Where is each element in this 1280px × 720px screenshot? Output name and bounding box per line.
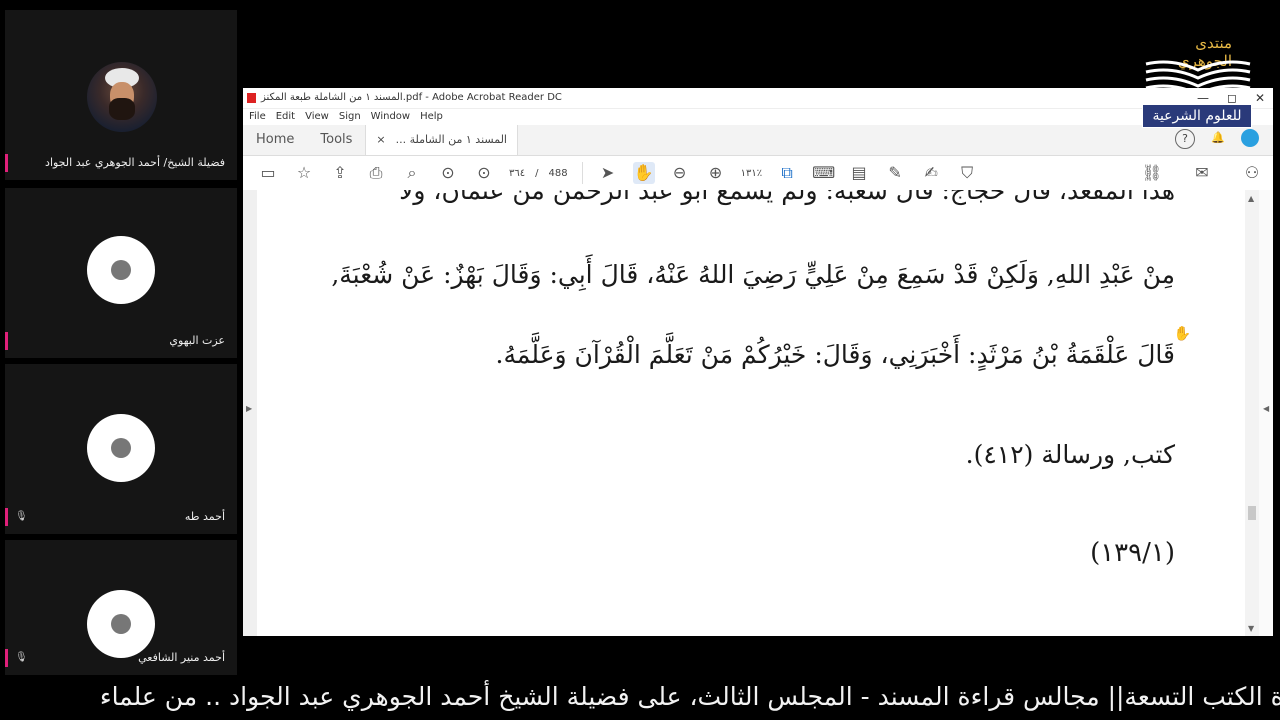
select-arrow-icon[interactable]: ➤ [597, 162, 619, 184]
tab-tools[interactable]: Tools [307, 125, 365, 155]
participant-name: أحمد منير الشافعي [138, 651, 225, 664]
share-link-icon[interactable]: ⛓ [1141, 162, 1163, 184]
avatar-placeholder-icon [87, 236, 155, 304]
tab-document-label: المسند ١ من الشاملة ... [395, 133, 507, 146]
highlight-pen-icon[interactable]: ✎ [884, 162, 906, 184]
window-title: المسند ١ من الشاملة طبعة المكنز.pdf - Ad… [261, 92, 562, 103]
menu-file[interactable]: File [249, 109, 266, 125]
menu-edit[interactable]: Edit [276, 109, 295, 125]
participants-panel: فضيلة الشيخ/ أحمد الجوهري عبد الجواد عزت… [5, 10, 237, 675]
save-icon[interactable]: ▭ [257, 162, 279, 184]
logo-subtitle: للعلوم الشرعية [1142, 104, 1252, 128]
pdf-text-line: كتب, ورسالة (٤١٢). [965, 440, 1175, 469]
hand-cursor-icon: ✋ [1173, 326, 1191, 342]
next-page-icon[interactable]: ⊙ [473, 162, 495, 184]
tab-document[interactable]: المسند ١ من الشاملة ... × [365, 125, 518, 155]
vertical-scrollbar[interactable]: ▲ ▼ [1245, 190, 1259, 636]
menu-help[interactable]: Help [420, 109, 443, 125]
print-icon[interactable]: ⎙ [365, 162, 387, 184]
menu-view[interactable]: View [305, 109, 329, 125]
participant-tile[interactable]: 🎙 أحمد طه [5, 364, 237, 534]
zoom-out-icon[interactable]: ⊖ [669, 162, 691, 184]
keyboard-icon[interactable]: ⌨ [812, 162, 835, 184]
notification-bell-icon[interactable]: 🔔 [1209, 129, 1227, 147]
page-separator: / [535, 167, 539, 179]
participant-tile[interactable]: عزت البهوي [5, 188, 237, 358]
participant-tile[interactable]: 🎙 أحمد منير الشافعي [5, 540, 237, 675]
avatar-placeholder-icon [87, 414, 155, 482]
pdf-text-line: هذا المقعد، قال حجاج: قال شعبة: ولم يسمع… [399, 190, 1175, 205]
help-icon[interactable]: ? [1175, 129, 1195, 149]
participant-name: عزت البهوي [169, 334, 225, 347]
avatar-placeholder-icon [87, 590, 155, 658]
participant-name: أحمد طه [184, 510, 225, 523]
tab-bar: Home Tools المسند ١ من الشاملة ... × ? 🔔 [243, 125, 1273, 156]
zoom-select[interactable]: ١٣١٪ [741, 168, 763, 179]
ticker-text: ـوة الكتب التسعة|| مجالس قراءة المسند - … [99, 682, 1280, 711]
add-user-icon[interactable]: ⚇ [1241, 162, 1263, 184]
open-book-icon [1145, 60, 1251, 94]
stamp-icon[interactable]: ⛉ [956, 162, 978, 184]
menu-sign[interactable]: Sign [339, 109, 361, 125]
forum-logo: منتدى الجوهري للعلوم الشرعية [1140, 34, 1254, 130]
menubar: File Edit View Sign Window Help [243, 109, 1273, 125]
acrobat-window: المسند ١ من الشاملة طبعة المكنز.pdf - Ad… [243, 88, 1273, 636]
scrollbar-thumb[interactable] [1248, 506, 1256, 520]
window-titlebar: المسند ١ من الشاملة طبعة المكنز.pdf - Ad… [243, 88, 1273, 109]
account-icon[interactable] [1241, 129, 1259, 147]
fit-page-icon[interactable]: ⧉ [776, 162, 798, 184]
close-window-button[interactable]: ✕ [1255, 88, 1265, 108]
search-icon[interactable]: ⌕ [401, 162, 423, 184]
zoom-in-icon[interactable]: ⊕ [705, 162, 727, 184]
sign-icon[interactable]: ✍ [920, 162, 942, 184]
prev-page-icon[interactable]: ⊙ [437, 162, 459, 184]
page-navigator[interactable]: ٣٦٤ / 488 [509, 168, 568, 179]
participant-photo [87, 62, 157, 132]
left-panel-toggle[interactable]: ▶ [243, 190, 257, 636]
participant-name: فضيلة الشيخ/ أحمد الجوهري عبد الجواد [45, 156, 225, 169]
pdf-page: هذا المقعد، قال حجاج: قال شعبة: ولم يسمع… [257, 190, 1245, 636]
pdf-text-line: مِنْ عَبْدِ اللهِ, وَلَكِنْ قَدْ سَمِعَ … [331, 260, 1175, 289]
pdf-file-icon [247, 93, 256, 103]
page-current-input[interactable]: ٣٦٤ [509, 168, 525, 179]
comment-icon[interactable]: ▤ [848, 162, 870, 184]
email-icon[interactable]: ✉ [1191, 162, 1213, 184]
tab-close-icon[interactable]: × [376, 125, 385, 155]
participant-tile[interactable]: فضيلة الشيخ/ أحمد الجوهري عبد الجواد [5, 10, 237, 180]
page-total: 488 [548, 167, 568, 179]
bookmark-star-icon[interactable]: ☆ [293, 162, 315, 184]
right-panel-toggle[interactable]: ◀ [1259, 190, 1273, 636]
pdf-text-line: قَالَ عَلْقَمَةُ بْنُ مَرْثَدٍ: أَخْبَرَ… [495, 340, 1175, 369]
news-ticker: ـوة الكتب التسعة|| مجالس قراءة المسند - … [0, 678, 1280, 720]
menu-window[interactable]: Window [371, 109, 410, 125]
hand-icon[interactable]: ✋ [632, 162, 655, 184]
upload-icon[interactable]: ⇪ [329, 162, 351, 184]
toolbar: ▭ ☆ ⇪ ⎙ ⌕ ⊙ ⊙ ٣٦٤ / 488 ➤ ✋ ⊖ ⊕ ١٣١٪ ⧉ ⌨… [243, 156, 1273, 191]
tab-home[interactable]: Home [243, 125, 307, 155]
pdf-page-number: (١٣٩/١) [1090, 538, 1175, 568]
